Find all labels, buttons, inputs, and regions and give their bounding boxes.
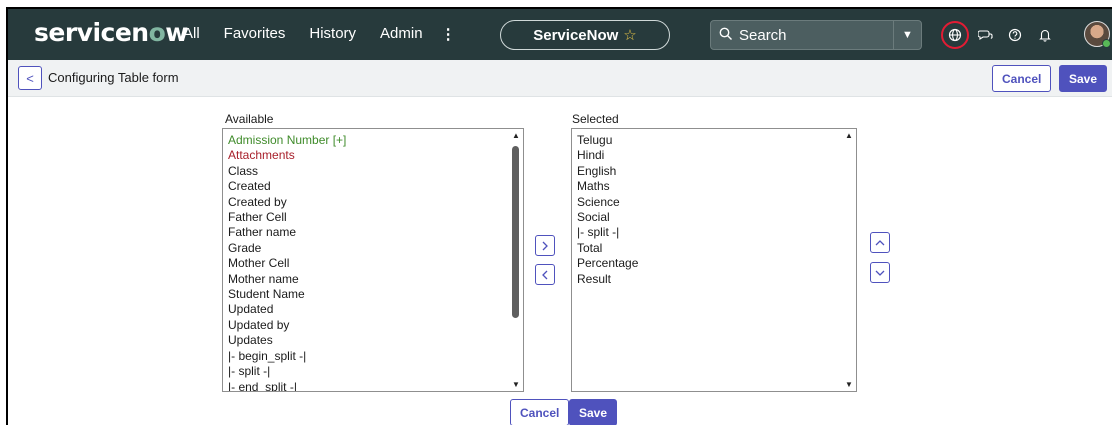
- footer-cancel-button[interactable]: Cancel: [510, 399, 570, 425]
- list-item[interactable]: Mother name: [228, 272, 523, 287]
- nav-history[interactable]: History: [309, 25, 356, 43]
- list-item[interactable]: |- split -|: [577, 225, 856, 240]
- list-item[interactable]: |- split -|: [228, 364, 523, 379]
- application-context-pill[interactable]: ServiceNow ☆: [500, 20, 670, 50]
- selected-label: Selected: [572, 112, 619, 126]
- chevron-left-icon: <: [26, 70, 34, 86]
- move-down-button[interactable]: [870, 262, 890, 283]
- more-menu-icon[interactable]: ⋮: [441, 25, 456, 43]
- list-item[interactable]: Grade: [228, 241, 523, 256]
- list-item[interactable]: English: [577, 164, 856, 179]
- available-list[interactable]: Admission Number [+] Attachments Class Crea…: [222, 128, 524, 392]
- list-item[interactable]: |- begin_split -|: [228, 349, 523, 364]
- list-item[interactable]: Created: [228, 179, 523, 194]
- list-item[interactable]: Attachments: [228, 148, 523, 163]
- add-to-selected-button[interactable]: [535, 235, 555, 256]
- available-items: Admission Number [+] Attachments Class Crea…: [223, 129, 523, 392]
- globe-icon: [941, 21, 969, 49]
- chevron-down-icon: [875, 270, 885, 276]
- list-item[interactable]: Father Cell: [228, 210, 523, 225]
- list-item[interactable]: Mother Cell: [228, 256, 523, 271]
- star-icon[interactable]: ☆: [623, 26, 636, 44]
- footer-save-button[interactable]: Save: [569, 399, 618, 425]
- scroll-down-icon[interactable]: ▼: [512, 380, 520, 389]
- scroll-down-icon[interactable]: ▼: [845, 380, 853, 389]
- global-search[interactable]: Search ▼: [710, 20, 922, 50]
- chevron-right-icon: [542, 241, 548, 250]
- list-item[interactable]: Created by: [228, 195, 523, 210]
- list-item[interactable]: Updated: [228, 302, 523, 317]
- list-item[interactable]: Student Name: [228, 287, 523, 302]
- nav-all[interactable]: All: [183, 25, 200, 43]
- scroll-up-icon[interactable]: ▲: [845, 131, 853, 140]
- remove-from-selected-button[interactable]: [535, 264, 555, 285]
- list-item[interactable]: Father name: [228, 225, 523, 240]
- list-item[interactable]: |- end_split -|: [228, 380, 523, 392]
- page-title: Configuring Table form: [48, 70, 179, 85]
- presence-indicator: [1102, 39, 1111, 48]
- top-navigation-bar: servicenow All Favorites History Admin ⋮…: [8, 9, 1112, 60]
- globe-button[interactable]: [940, 20, 970, 50]
- selected-scrollbar[interactable]: ▲ ▼: [842, 129, 856, 391]
- help-icon[interactable]: [1000, 20, 1030, 50]
- list-item[interactable]: Social: [577, 210, 856, 225]
- available-label: Available: [225, 112, 274, 126]
- search-dropdown-icon[interactable]: ▼: [893, 21, 921, 49]
- nav-admin[interactable]: Admin: [380, 25, 423, 43]
- selected-list[interactable]: Telugu Hindi English Maths Science Social |- s…: [571, 128, 857, 392]
- list-item[interactable]: Admission Number [+]: [228, 133, 523, 148]
- list-item[interactable]: Updates: [228, 333, 523, 348]
- chat-icon[interactable]: [970, 20, 1000, 50]
- chevron-left-icon: [542, 270, 548, 279]
- list-item[interactable]: Result: [577, 272, 856, 287]
- move-up-button[interactable]: [870, 232, 890, 253]
- list-item[interactable]: Hindi: [577, 148, 856, 163]
- nav-menu: All Favorites History Admin ⋮: [183, 25, 480, 43]
- bell-icon[interactable]: [1030, 20, 1060, 50]
- servicenow-logo[interactable]: servicenow: [34, 18, 188, 47]
- context-label: ServiceNow: [533, 26, 619, 44]
- list-item[interactable]: Class: [228, 164, 523, 179]
- app-window: servicenow All Favorites History Admin ⋮…: [6, 7, 1112, 425]
- search-icon: [719, 27, 733, 44]
- available-scrollbar[interactable]: ▲ ▼: [509, 129, 523, 391]
- user-avatar[interactable]: [1084, 21, 1111, 48]
- back-button[interactable]: <: [18, 66, 42, 90]
- nav-icon-group: [940, 20, 1060, 50]
- search-placeholder: Search: [739, 26, 787, 44]
- scroll-thumb[interactable]: [512, 146, 519, 318]
- list-item[interactable]: Updated by: [228, 318, 523, 333]
- list-item[interactable]: Science: [577, 195, 856, 210]
- header-cancel-button[interactable]: Cancel: [992, 65, 1052, 92]
- list-item[interactable]: Percentage: [577, 256, 856, 271]
- list-item[interactable]: Telugu: [577, 133, 856, 148]
- chevron-up-icon: [875, 239, 885, 245]
- form-header: < Configuring Table form Cancel Save: [8, 60, 1112, 97]
- list-item[interactable]: Maths: [577, 179, 856, 194]
- selected-items: Telugu Hindi English Maths Science Social |- s…: [572, 129, 856, 287]
- nav-favorites[interactable]: Favorites: [224, 25, 286, 43]
- header-save-button[interactable]: Save: [1059, 65, 1108, 92]
- scroll-up-icon[interactable]: ▲: [512, 131, 520, 140]
- list-item[interactable]: Total: [577, 241, 856, 256]
